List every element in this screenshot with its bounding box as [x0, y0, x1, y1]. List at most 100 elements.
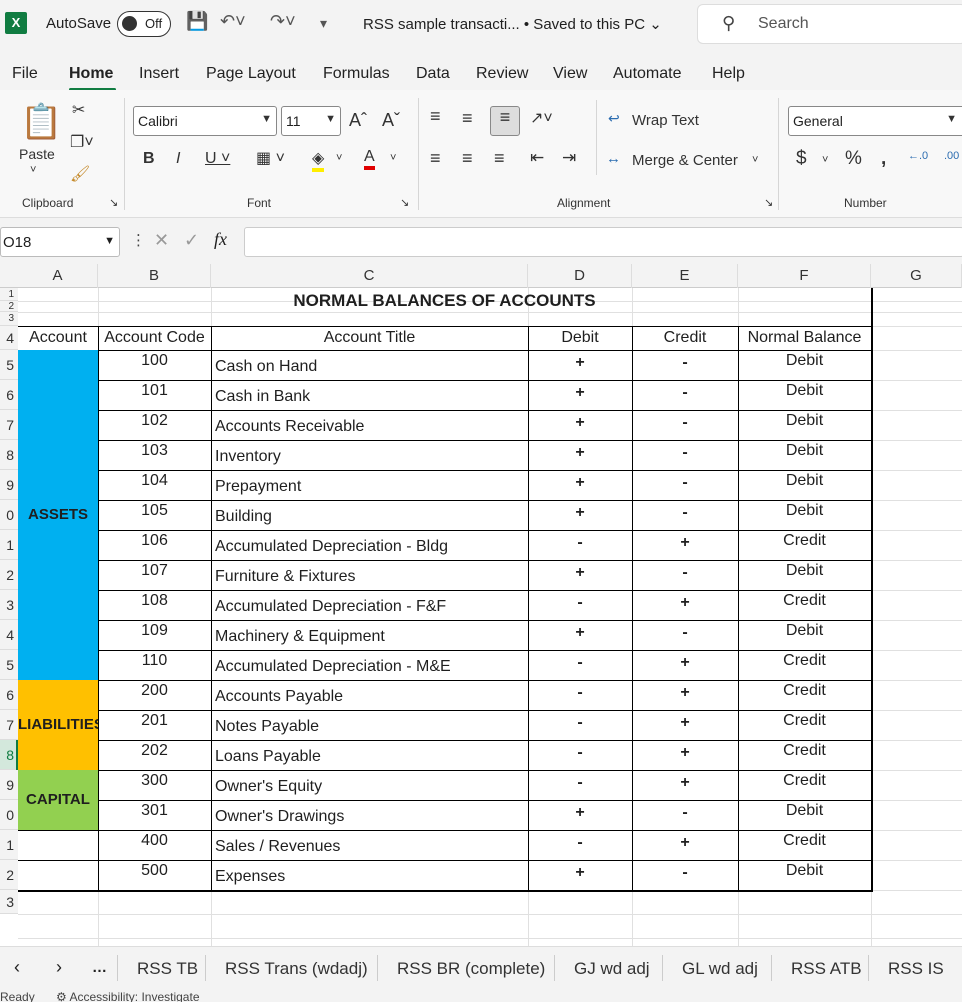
- cell-code[interactable]: 100: [98, 352, 211, 374]
- font-launcher-icon[interactable]: ↘: [400, 196, 409, 209]
- cell-title[interactable]: Cash on Hand: [215, 358, 528, 380]
- cancel-icon[interactable]: ✕: [154, 230, 169, 251]
- merge-dropdown-icon[interactable]: ˅: [752, 154, 758, 166]
- row-header-12[interactable]: 2: [0, 560, 18, 590]
- alignment-launcher-icon[interactable]: ↘: [764, 196, 773, 209]
- tab-automate[interactable]: Automate: [613, 65, 681, 83]
- cell-credit[interactable]: -: [632, 384, 738, 406]
- underline-icon[interactable]: U ˅: [205, 150, 230, 168]
- sheet-tab[interactable]: RSS BR (complete): [397, 959, 545, 979]
- cell-title[interactable]: Accounts Receivable: [215, 418, 528, 440]
- cell-normal[interactable]: Credit: [738, 772, 871, 794]
- font-name-combo[interactable]: Calibri ▼: [133, 106, 277, 136]
- formula-input[interactable]: [244, 227, 962, 257]
- cell-title[interactable]: Prepayment: [215, 478, 528, 500]
- row-header-1[interactable]: 1: [0, 288, 18, 301]
- italic-icon[interactable]: I: [176, 150, 180, 168]
- cell-title[interactable]: Machinery & Equipment: [215, 628, 528, 650]
- cell-code[interactable]: 110: [98, 652, 211, 674]
- cell-normal[interactable]: Credit: [738, 682, 871, 704]
- cell-debit[interactable]: -: [528, 594, 632, 616]
- align-right-icon[interactable]: ≡: [494, 148, 505, 169]
- align-middle-icon[interactable]: ≡: [462, 108, 473, 129]
- row-header-9[interactable]: 9: [0, 470, 18, 500]
- font-color-icon[interactable]: A: [364, 148, 375, 170]
- cell-credit[interactable]: -: [632, 474, 738, 496]
- customize-qat-icon[interactable]: ▾: [320, 15, 327, 32]
- more-options-icon[interactable]: ⋮: [131, 231, 146, 249]
- cell-code[interactable]: 300: [98, 772, 211, 794]
- search-box[interactable]: ⚲ Search: [697, 4, 962, 44]
- cell-credit[interactable]: -: [632, 564, 738, 586]
- cell-credit[interactable]: +: [632, 774, 738, 796]
- shrink-font-icon[interactable]: Aˇ: [382, 110, 400, 131]
- cell-credit[interactable]: -: [632, 864, 738, 886]
- row-header-20[interactable]: 0: [0, 800, 18, 830]
- cell-code[interactable]: 202: [98, 742, 211, 764]
- row-header-2[interactable]: 2: [0, 301, 18, 312]
- cell-credit[interactable]: -: [632, 504, 738, 526]
- cell-title[interactable]: Accumulated Depreciation - M&E: [215, 658, 528, 680]
- cell-debit[interactable]: +: [528, 354, 632, 376]
- cell-normal[interactable]: Credit: [738, 712, 871, 734]
- cell-normal[interactable]: Credit: [738, 532, 871, 554]
- tab-formulas[interactable]: Formulas: [323, 65, 390, 83]
- cell-title[interactable]: Accumulated Depreciation - Bldg: [215, 538, 528, 560]
- percent-icon[interactable]: %: [845, 148, 862, 170]
- align-left-icon[interactable]: ≡: [430, 148, 441, 169]
- cell-normal[interactable]: Debit: [738, 412, 871, 434]
- align-center-icon[interactable]: ≡: [462, 148, 473, 169]
- tab-view[interactable]: View: [553, 65, 587, 83]
- cell-code[interactable]: 109: [98, 622, 211, 644]
- column-header-g[interactable]: G: [871, 264, 962, 288]
- cell-code[interactable]: 105: [98, 502, 211, 524]
- cell-debit[interactable]: -: [528, 714, 632, 736]
- cell-credit[interactable]: -: [632, 354, 738, 376]
- cell-debit[interactable]: +: [528, 414, 632, 436]
- cell-code[interactable]: 107: [98, 562, 211, 584]
- cell-debit[interactable]: -: [528, 774, 632, 796]
- sheet-tab[interactable]: RSS IS: [888, 959, 944, 979]
- font-color-dropdown-icon[interactable]: ˅: [390, 152, 396, 164]
- cell-title[interactable]: Notes Payable: [215, 718, 528, 740]
- comma-style-icon[interactable]: ,: [881, 148, 886, 170]
- cell-code[interactable]: 500: [98, 862, 211, 884]
- tab-review[interactable]: Review: [476, 65, 528, 83]
- orientation-icon[interactable]: ↗˅: [530, 108, 553, 128]
- cell-normal[interactable]: Debit: [738, 862, 871, 884]
- bold-icon[interactable]: B: [143, 150, 155, 168]
- cell-debit[interactable]: -: [528, 654, 632, 676]
- cell-credit[interactable]: +: [632, 744, 738, 766]
- paste-button[interactable]: Paste: [19, 146, 55, 162]
- row-header-6[interactable]: 6: [0, 380, 18, 410]
- decrease-decimal-icon[interactable]: .00: [944, 150, 959, 162]
- cell-title[interactable]: Cash in Bank: [215, 388, 528, 410]
- cell-credit[interactable]: +: [632, 684, 738, 706]
- scroll-left-icon[interactable]: ‹: [14, 957, 20, 978]
- undo-icon[interactable]: ↶˅: [220, 11, 246, 32]
- cell-credit[interactable]: -: [632, 414, 738, 436]
- row-header-8[interactable]: 8: [0, 440, 18, 470]
- cell-title[interactable]: Accumulated Depreciation - F&F: [215, 598, 528, 620]
- sheet-tab[interactable]: RSS Trans (wdadj): [225, 959, 368, 979]
- cell-credit[interactable]: +: [632, 534, 738, 556]
- row-header-5[interactable]: 5: [0, 350, 18, 380]
- cell-credit[interactable]: -: [632, 804, 738, 826]
- wrap-text-icon[interactable]: ↩: [608, 110, 620, 127]
- cell-debit[interactable]: -: [528, 684, 632, 706]
- cell-credit[interactable]: +: [632, 654, 738, 676]
- tab-home[interactable]: Home: [69, 65, 113, 83]
- grow-font-icon[interactable]: Aˆ: [349, 110, 367, 131]
- accessibility-status[interactable]: ⚙ Accessibility: Investigate: [56, 990, 200, 1002]
- cell-code[interactable]: 101: [98, 382, 211, 404]
- cell-normal[interactable]: Credit: [738, 742, 871, 764]
- row-header-3[interactable]: 3: [0, 312, 18, 326]
- cell-credit[interactable]: -: [632, 624, 738, 646]
- cell-normal[interactable]: Debit: [738, 622, 871, 644]
- redo-icon[interactable]: ↷˅: [270, 11, 296, 32]
- paste-dropdown-icon[interactable]: ˅: [30, 164, 36, 176]
- cell-credit[interactable]: +: [632, 594, 738, 616]
- cell-normal[interactable]: Debit: [738, 352, 871, 374]
- row-header-7[interactable]: 7: [0, 410, 18, 440]
- cell-code[interactable]: 102: [98, 412, 211, 434]
